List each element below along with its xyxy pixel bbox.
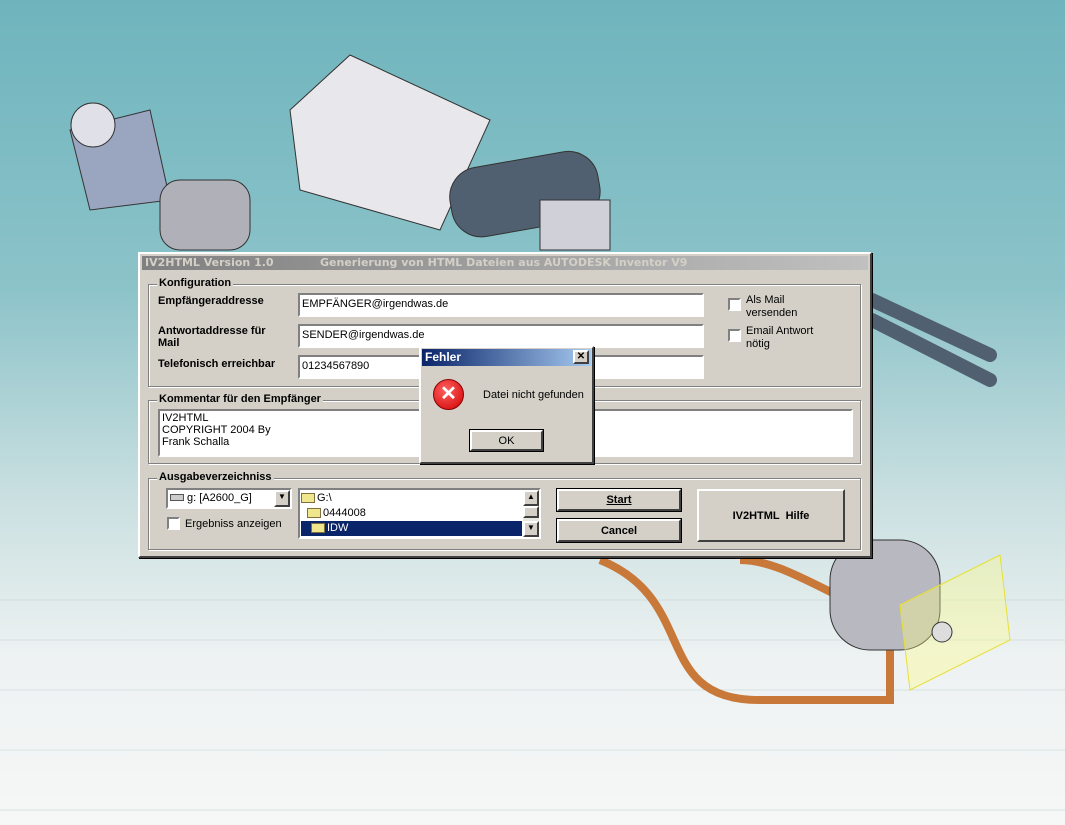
- help-button[interactable]: IV2HTML Hilfe: [697, 489, 845, 542]
- reply-needed-label: Email Antwort nötig: [746, 325, 814, 350]
- cancel-label: Cancel: [600, 524, 638, 537]
- error-title-bar[interactable]: Fehler ✕: [422, 349, 591, 366]
- folder-icon: [311, 523, 325, 534]
- close-icon[interactable]: ✕: [573, 350, 589, 364]
- scrollbar[interactable]: ▲ ▼: [523, 490, 539, 537]
- folder-item[interactable]: 0444008: [301, 506, 538, 521]
- scroll-thumb[interactable]: [523, 506, 539, 518]
- folder-name: 0444008: [323, 507, 366, 519]
- error-dialog: Fehler ✕ ✕ Datei nicht gefunden OK: [419, 346, 594, 464]
- reply-input[interactable]: SENDER@irgendwas.de: [298, 324, 704, 348]
- show-result-label: Ergebniss anzeigen: [185, 518, 282, 530]
- recipient-input[interactable]: EMPFÄNGER@irgendwas.de: [298, 293, 704, 317]
- scroll-up-icon[interactable]: ▲: [523, 490, 539, 506]
- error-message: Datei nicht gefunden: [483, 389, 584, 401]
- drive-select[interactable]: g: [A2600_G] ▼: [166, 488, 292, 509]
- recipient-label: Empfängeraddresse: [158, 295, 264, 307]
- chevron-down-icon[interactable]: ▼: [274, 490, 290, 507]
- drive-icon: [170, 494, 184, 501]
- start-button[interactable]: Start: [557, 489, 681, 511]
- folder-icon: [307, 508, 321, 519]
- error-icon: ✕: [433, 379, 464, 410]
- send-mail-label: Als Mail versenden: [746, 294, 798, 319]
- ok-label: OK: [498, 434, 515, 447]
- ok-button[interactable]: OK: [470, 430, 543, 451]
- cancel-button[interactable]: Cancel: [557, 519, 681, 542]
- title-bar[interactable]: IV2HTML Version 1.0 Generierung von HTML…: [142, 256, 868, 270]
- reply-label: Antwortaddresse für Mail: [158, 325, 266, 349]
- reply-needed-checkbox[interactable]: [728, 329, 741, 342]
- start-label: Start: [606, 494, 632, 506]
- window-subtitle: Generierung von HTML Dateien aus AUTODES…: [320, 256, 688, 269]
- phone-label: Telefonisch erreichbar: [158, 358, 276, 370]
- folder-name: IDW: [327, 522, 349, 534]
- drive-value: g: [A2600_G]: [187, 492, 252, 504]
- folder-item-selected[interactable]: IDW: [301, 521, 522, 536]
- kommentar-label: Kommentar für den Empfänger: [157, 393, 323, 405]
- scroll-down-icon[interactable]: ▼: [523, 521, 539, 537]
- konfiguration-label: Konfiguration: [157, 277, 234, 289]
- folder-icon: [301, 493, 315, 504]
- error-title: Fehler: [425, 350, 462, 364]
- window-title: IV2HTML Version 1.0: [145, 256, 274, 269]
- send-mail-checkbox[interactable]: [728, 298, 741, 311]
- ausgabe-label: Ausgabeverzeichniss: [157, 471, 274, 483]
- help-label: IV2HTML Hilfe: [732, 509, 810, 522]
- show-result-checkbox[interactable]: [167, 517, 180, 530]
- folder-item[interactable]: G:\: [301, 491, 538, 506]
- folder-list[interactable]: G:\ 0444008 IDW ▲ ▼: [298, 488, 541, 539]
- folder-name: G:\: [317, 492, 332, 504]
